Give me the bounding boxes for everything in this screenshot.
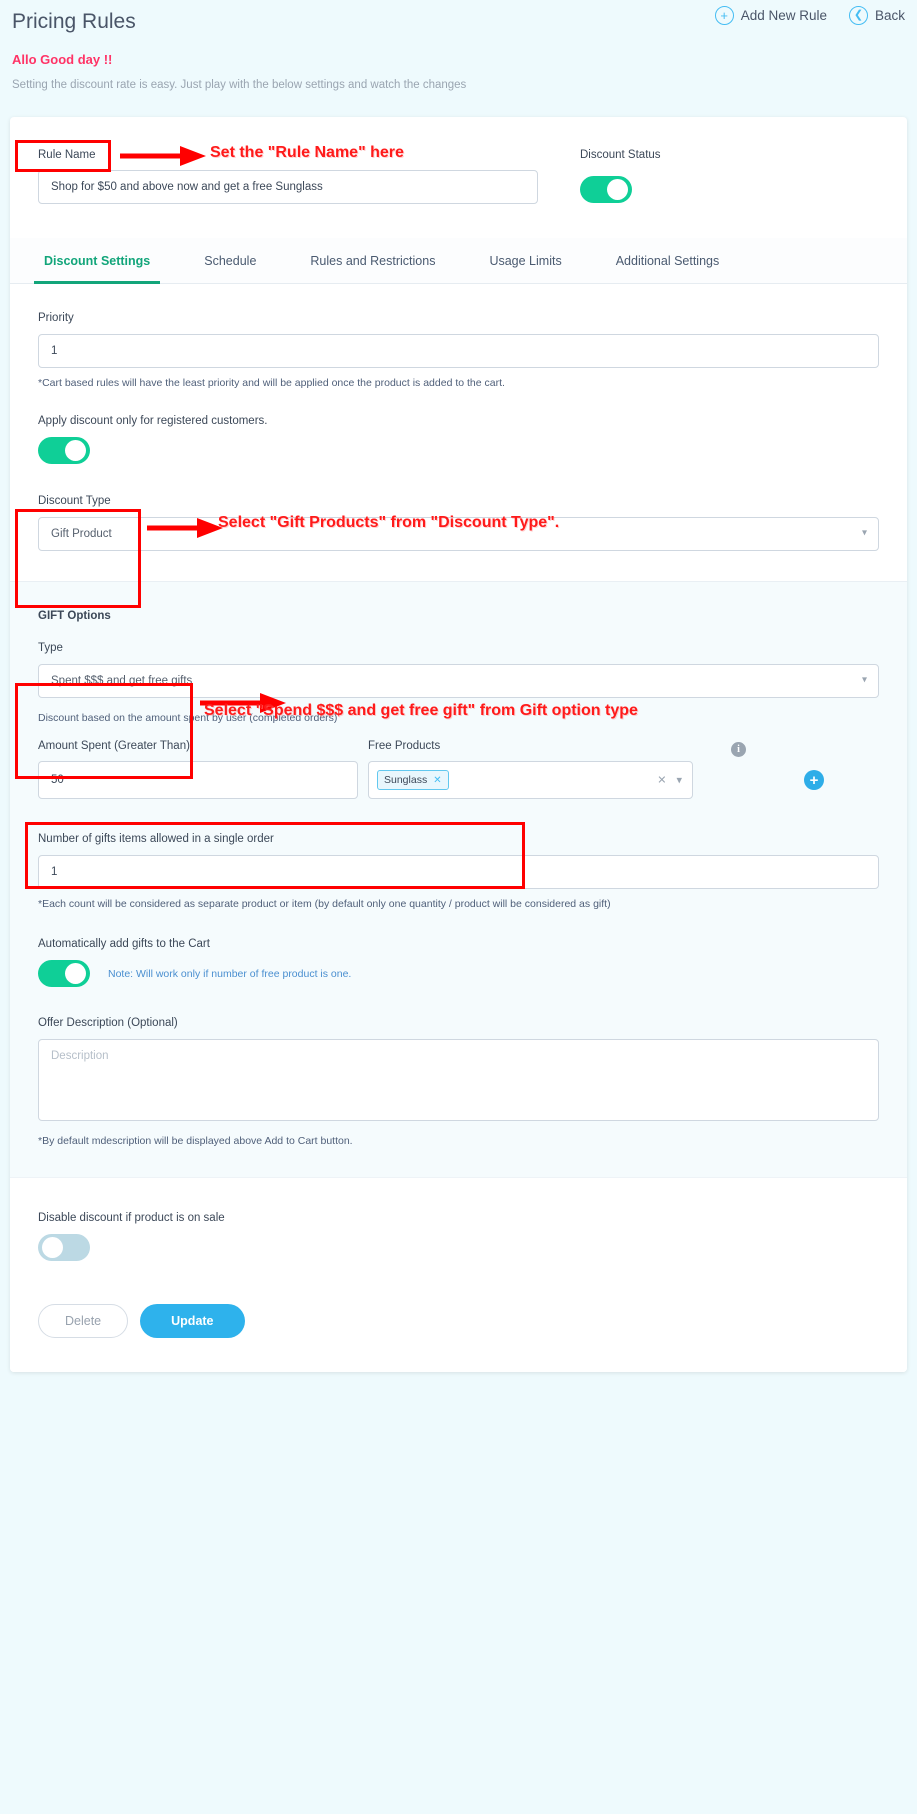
update-button[interactable]: Update [140,1304,245,1338]
discount-type-group: Discount Type Gift Product ▾ [38,495,879,551]
page-header: Pricing Rules + Add New Rule ❮ Back [0,0,917,40]
tab-schedule[interactable]: Schedule [194,239,266,284]
amount-spent-header: Amount Spent (Greater Than) [38,740,190,752]
gift-threshold-row: Amount Spent (Greater Than) Free Product… [38,740,879,799]
gift-type-label: Type [38,642,63,654]
toggle-knob [42,1237,63,1258]
tab-discount-settings[interactable]: Discount Settings [34,239,161,284]
disable-on-sale-toggle[interactable] [38,1234,90,1261]
discount-type-label: Discount Type [38,495,111,507]
chevron-down-icon[interactable]: ▾ [676,774,682,787]
rule-name-row: Rule Name Discount Status [10,117,907,208]
footer-panel: Disable discount if product is on sale D… [10,1177,907,1372]
delete-button[interactable]: Delete [38,1304,129,1338]
registered-customers-group: Apply discount only for registered custo… [38,415,879,469]
priority-input[interactable] [38,334,879,368]
discount-status-toggle[interactable] [580,176,632,203]
toggle-knob [607,179,628,200]
discount-type-select[interactable]: Gift Product [38,517,879,551]
discount-status-group: Discount Status [580,149,661,208]
registered-customers-toggle[interactable] [38,437,90,464]
toggle-knob [65,963,86,984]
free-products-multiselect[interactable]: Sunglass ✕ ✕ ▾ [368,761,693,799]
rule-name-label: Rule Name [38,149,96,161]
info-icon[interactable]: i [731,742,746,757]
header-actions: + Add New Rule ❮ Back [714,6,905,25]
disable-on-sale-label: Disable discount if product is on sale [38,1212,225,1224]
offer-description-group: Offer Description (Optional) *By default… [38,1017,879,1147]
toggle-knob [65,440,86,461]
tab-usage-limits[interactable]: Usage Limits [479,239,571,284]
priority-label: Priority [38,312,74,324]
gift-count-input[interactable] [38,855,879,889]
discount-settings-panel: Priority *Cart based rules will have the… [10,284,907,581]
plus-circle-icon: + [714,6,734,25]
chip-remove-icon[interactable]: ✕ [433,775,441,786]
discount-status-label: Discount Status [580,149,661,161]
auto-add-gifts-label: Automatically add gifts to the Cart [38,938,210,950]
priority-hint: *Cart based rules will have the least pr… [38,377,505,389]
gift-type-select-wrap: Spent $$$ and get free gifts ▾ [38,664,879,698]
gift-count-hint: *Each count will be considered as separa… [38,898,611,910]
pricing-rule-card: Rule Name Discount Status Discount Setti… [10,117,907,1372]
add-new-rule-button[interactable]: + Add New Rule [714,6,827,25]
gift-type-select[interactable]: Spent $$$ and get free gifts [38,664,879,698]
add-new-rule-label: Add New Rule [740,8,827,23]
greeting-text: Allo Good day !! [12,52,113,67]
rule-name-input[interactable] [38,170,538,204]
free-products-header: Free Products [368,740,441,752]
gift-options-title: GIFT Options [38,610,111,622]
amount-spent-input[interactable] [38,761,358,799]
auto-add-gifts-toggle[interactable] [38,960,90,987]
clear-x-icon[interactable]: ✕ [657,774,666,787]
offer-description-textarea[interactable] [38,1039,879,1121]
add-gift-row-button[interactable]: + [804,770,824,790]
row-tools: i + [703,740,879,790]
chevron-left-circle-icon: ❮ [848,6,868,25]
tab-rules-and-restrictions[interactable]: Rules and Restrictions [300,239,445,284]
settings-tabs: Discount Settings Schedule Rules and Res… [10,238,907,284]
back-button[interactable]: ❮ Back [848,6,905,25]
registered-customers-label: Apply discount only for registered custo… [38,415,268,427]
greeting-subtitle: Setting the discount rate is easy. Just … [12,79,467,91]
gift-count-label: Number of gifts items allowed in a singl… [38,833,274,845]
gift-options-panel: GIFT Options Type Spent $$$ and get free… [10,581,907,1177]
discount-type-select-wrap: Gift Product ▾ [38,517,879,551]
tab-additional-settings[interactable]: Additional Settings [606,239,730,284]
multiselect-actions: ✕ ▾ [657,774,682,787]
auto-add-gifts-row: Note: Will work only if number of free p… [38,960,879,987]
auto-add-gifts-group: Automatically add gifts to the Cart Note… [38,938,879,987]
free-products-group: Free Products Sunglass ✕ ✕ ▾ [368,740,693,799]
amount-spent-group: Amount Spent (Greater Than) [38,740,358,799]
back-label: Back [874,8,905,23]
auto-add-gifts-note: Note: Will work only if number of free p… [108,967,352,980]
action-buttons: Delete Update [38,1304,879,1338]
offer-description-hint: *By default mdescription will be display… [38,1135,353,1147]
gift-count-group: Number of gifts items allowed in a singl… [38,833,879,910]
offer-description-label: Offer Description (Optional) [38,1017,178,1029]
rule-name-field-group: Rule Name [38,149,538,208]
gift-based-on-note: Discount based on the amount spent by us… [38,712,338,724]
free-product-chip-label: Sunglass [384,774,428,786]
free-product-chip[interactable]: Sunglass ✕ [377,770,449,790]
